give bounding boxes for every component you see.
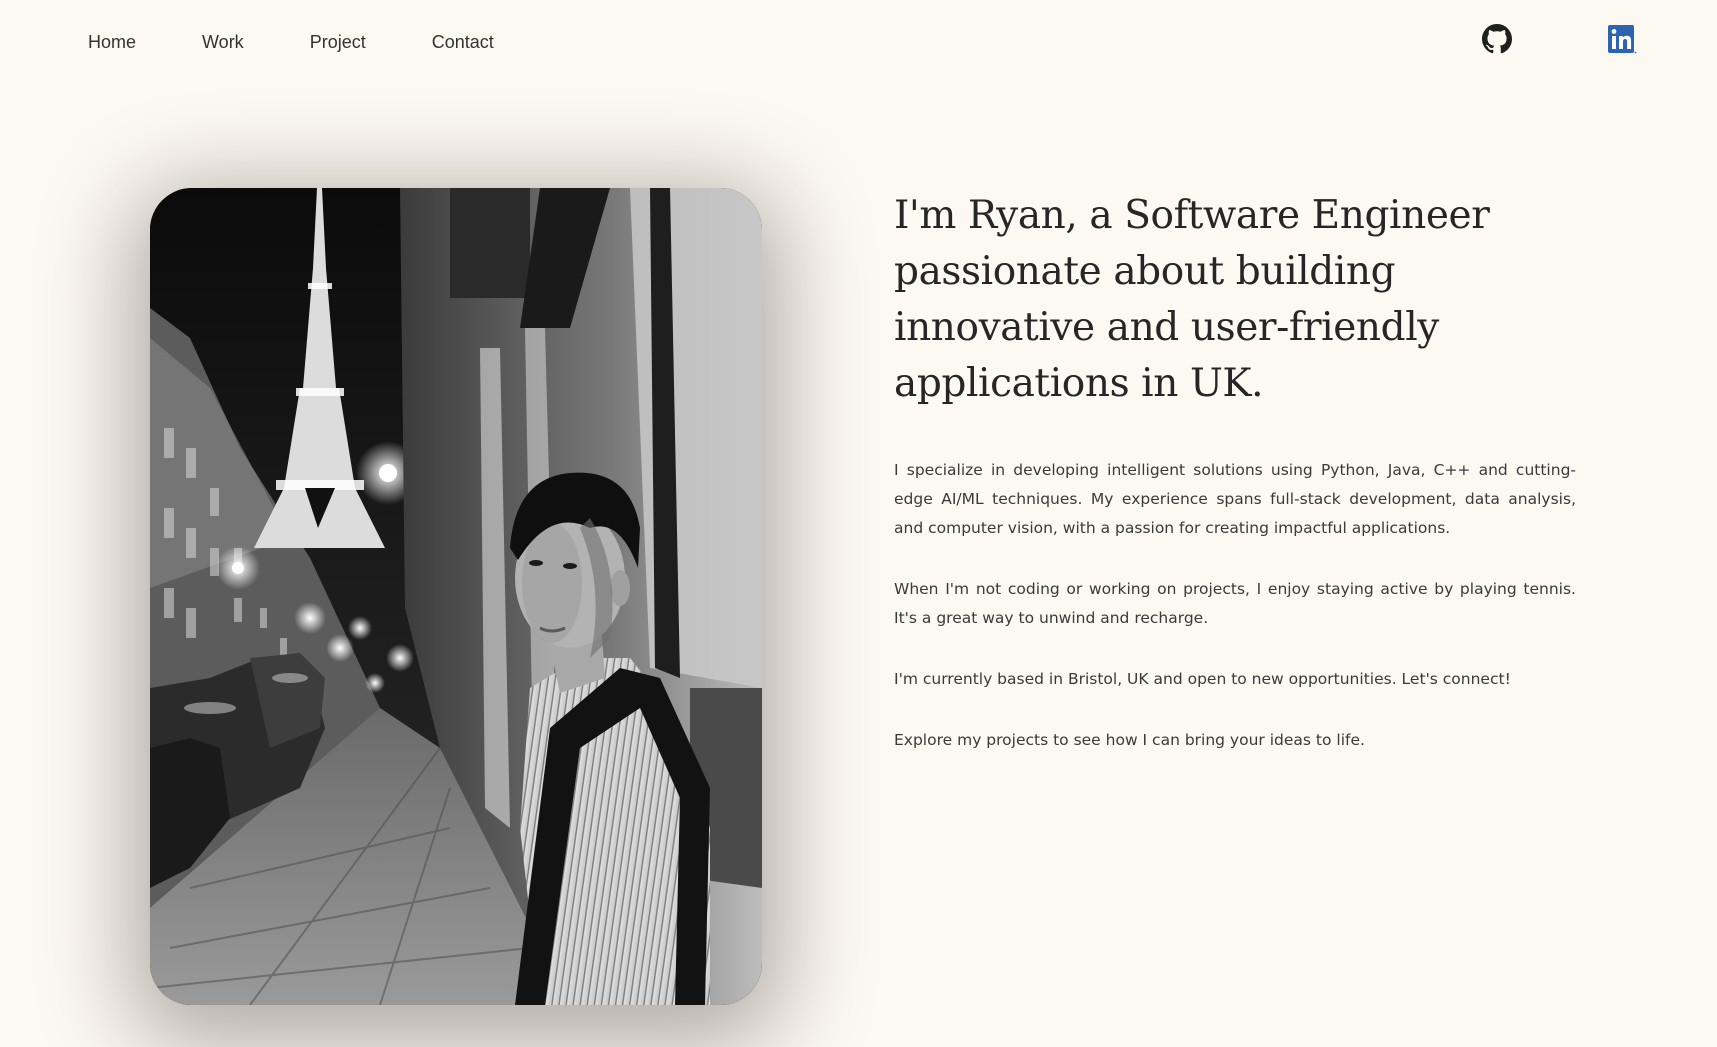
intro-paragraph-hobbies: When I'm not coding or working on projec… [894, 580, 1576, 627]
profile-photo [150, 188, 762, 1005]
top-nav: Home Work Project Contact [0, 0, 1717, 84]
intro-paragraph-location: I'm currently based in Bristol, UK and o… [894, 670, 1511, 688]
nav-link-home[interactable]: Home [88, 30, 136, 54]
headline: I'm Ryan, a Software Engineer passionate… [894, 193, 1490, 406]
intro-section: I'm Ryan, a Software Engineer passionate… [894, 188, 1576, 787]
github-link[interactable] [1482, 24, 1512, 54]
linkedin-icon [1608, 25, 1637, 54]
intro-paragraph-projects: Explore my projects to see how I can bri… [894, 731, 1365, 749]
nav-link-contact[interactable]: Contact [432, 30, 494, 54]
linkedin-link[interactable] [1607, 24, 1637, 54]
nav-links: Home Work Project Contact [88, 30, 560, 54]
nav-link-work[interactable]: Work [202, 30, 244, 54]
paris-street-photo [150, 188, 762, 1005]
github-icon [1482, 24, 1512, 54]
intro-paragraph-skills: I specialize in developing intelligent s… [894, 461, 1576, 537]
nav-link-project[interactable]: Project [310, 30, 366, 54]
